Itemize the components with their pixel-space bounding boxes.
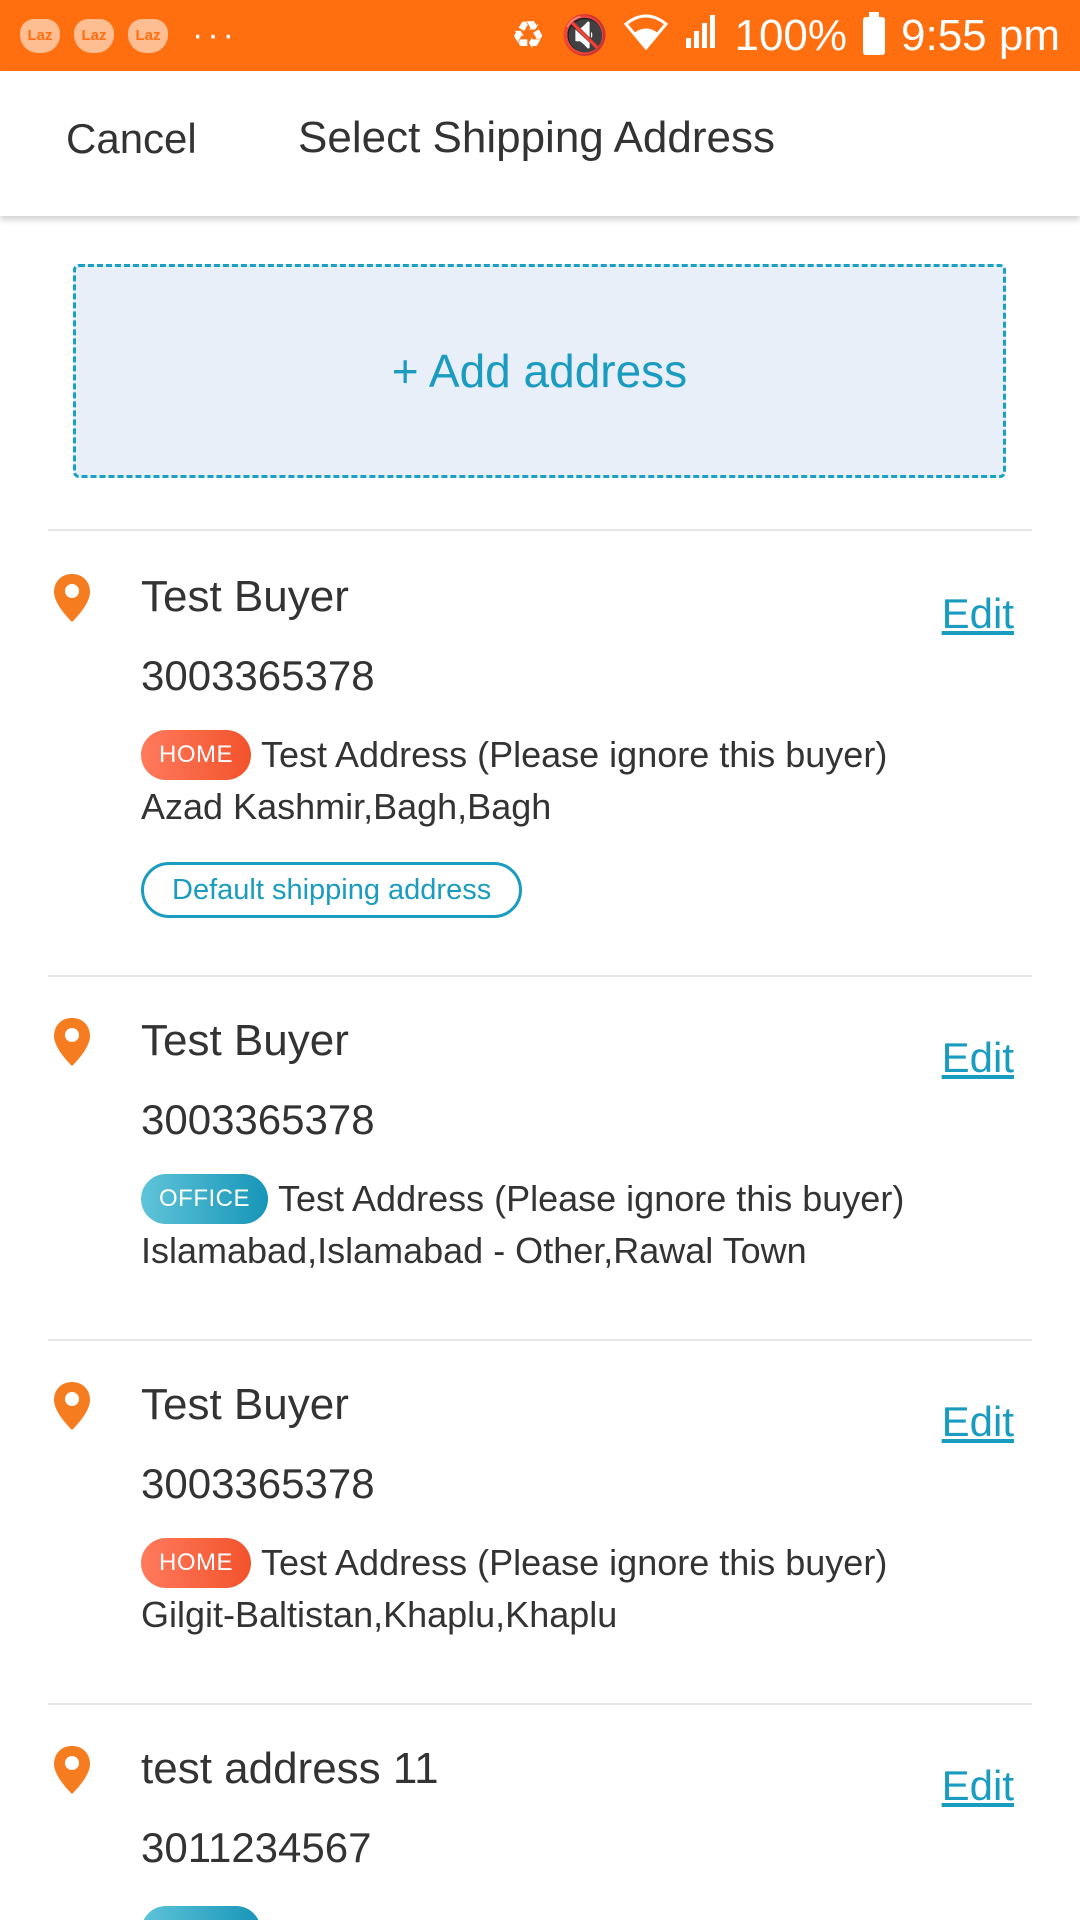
recipient-phone: 3003365378 <box>141 652 375 699</box>
divider <box>48 975 1032 977</box>
office-tag <box>141 1906 261 1920</box>
recipient-phone: 3003365378 <box>141 1460 375 1507</box>
location-pin-icon <box>54 1746 90 1794</box>
recipient-name: Test Buyer <box>141 572 349 621</box>
address-line-1: HOME Test Address (Please ignore this bu… <box>141 730 887 780</box>
default-address-badge: Default shipping address <box>141 862 523 918</box>
address-region: Azad Kashmir,Bagh,Bagh <box>141 786 552 827</box>
location-pin-icon <box>54 1018 90 1066</box>
vibrate-mute-icon: 🔇 <box>561 14 609 57</box>
address-card-3[interactable]: Test Buyer Edit 3003365378 HOME Test Add… <box>0 1380 1080 1700</box>
divider <box>48 1703 1032 1705</box>
recipient-phone: 3011234567 <box>141 1824 372 1871</box>
edit-address-link[interactable]: Edit <box>942 1762 1014 1810</box>
more-notifications-icon: ··· <box>192 16 238 54</box>
recipient-phone: 3003365378 <box>141 1096 375 1143</box>
page-title: Select Shipping Address <box>298 113 775 162</box>
address-region: Islamabad,Islamabad - Other,Rawal Town <box>141 1230 807 1271</box>
address-region: Gilgit-Baltistan,Khaplu,Khaplu <box>141 1594 618 1635</box>
address-line-1: OFFICE Test Address (Please ignore this … <box>141 1174 904 1224</box>
cancel-button[interactable]: Cancel <box>66 115 197 163</box>
address-card-1[interactable]: Test Buyer Edit 3003365378 HOME Test Add… <box>0 572 1080 972</box>
address-street: Test Address (Please ignore this buyer) <box>278 1178 905 1219</box>
notification-icons: Laz Laz Laz ··· <box>20 16 238 55</box>
system-indicators: ♻ 🔇 100% 9:55 pm <box>511 11 1060 61</box>
header-bar: Cancel Select Shipping Address <box>0 71 1080 216</box>
address-street: Test Address (Please ignore this buyer) <box>261 1542 888 1583</box>
divider <box>48 529 1032 531</box>
location-pin-icon <box>54 574 90 622</box>
location-pin-icon <box>54 1382 90 1430</box>
lazada-app-icon: Laz <box>20 18 60 53</box>
office-tag: OFFICE <box>141 1174 268 1224</box>
add-address-button[interactable]: + Add address <box>73 264 1006 478</box>
home-tag: HOME <box>141 730 251 780</box>
lazada-app-icon: Laz <box>74 18 114 53</box>
address-line-1 <box>141 1906 271 1920</box>
wifi-icon <box>624 12 669 60</box>
battery-saver-icon: ♻ <box>511 15 546 57</box>
status-bar: Laz Laz Laz ··· ♻ 🔇 100% 9:55 pm <box>0 0 1080 71</box>
signal-icon <box>684 12 718 60</box>
clock: 9:55 pm <box>901 10 1060 60</box>
address-street: Test Address (Please ignore this buyer) <box>261 734 888 775</box>
battery-percent: 100% <box>734 10 848 60</box>
edit-address-link[interactable]: Edit <box>942 1398 1014 1446</box>
edit-address-link[interactable]: Edit <box>942 1034 1014 1082</box>
lazada-app-icon: Laz <box>128 18 168 53</box>
recipient-name: test address 11 <box>141 1744 439 1793</box>
recipient-name: Test Buyer <box>141 1380 349 1429</box>
home-tag: HOME <box>141 1538 251 1588</box>
address-card-2[interactable]: Test Buyer Edit 3003365378 OFFICE Test A… <box>0 1016 1080 1336</box>
divider <box>48 1339 1032 1341</box>
recipient-name: Test Buyer <box>141 1016 349 1065</box>
battery-icon <box>863 11 886 55</box>
edit-address-link[interactable]: Edit <box>942 590 1014 638</box>
address-card-4[interactable]: test address 11 Edit 3011234567 <box>0 1744 1080 1920</box>
address-line-1: HOME Test Address (Please ignore this bu… <box>141 1538 887 1588</box>
